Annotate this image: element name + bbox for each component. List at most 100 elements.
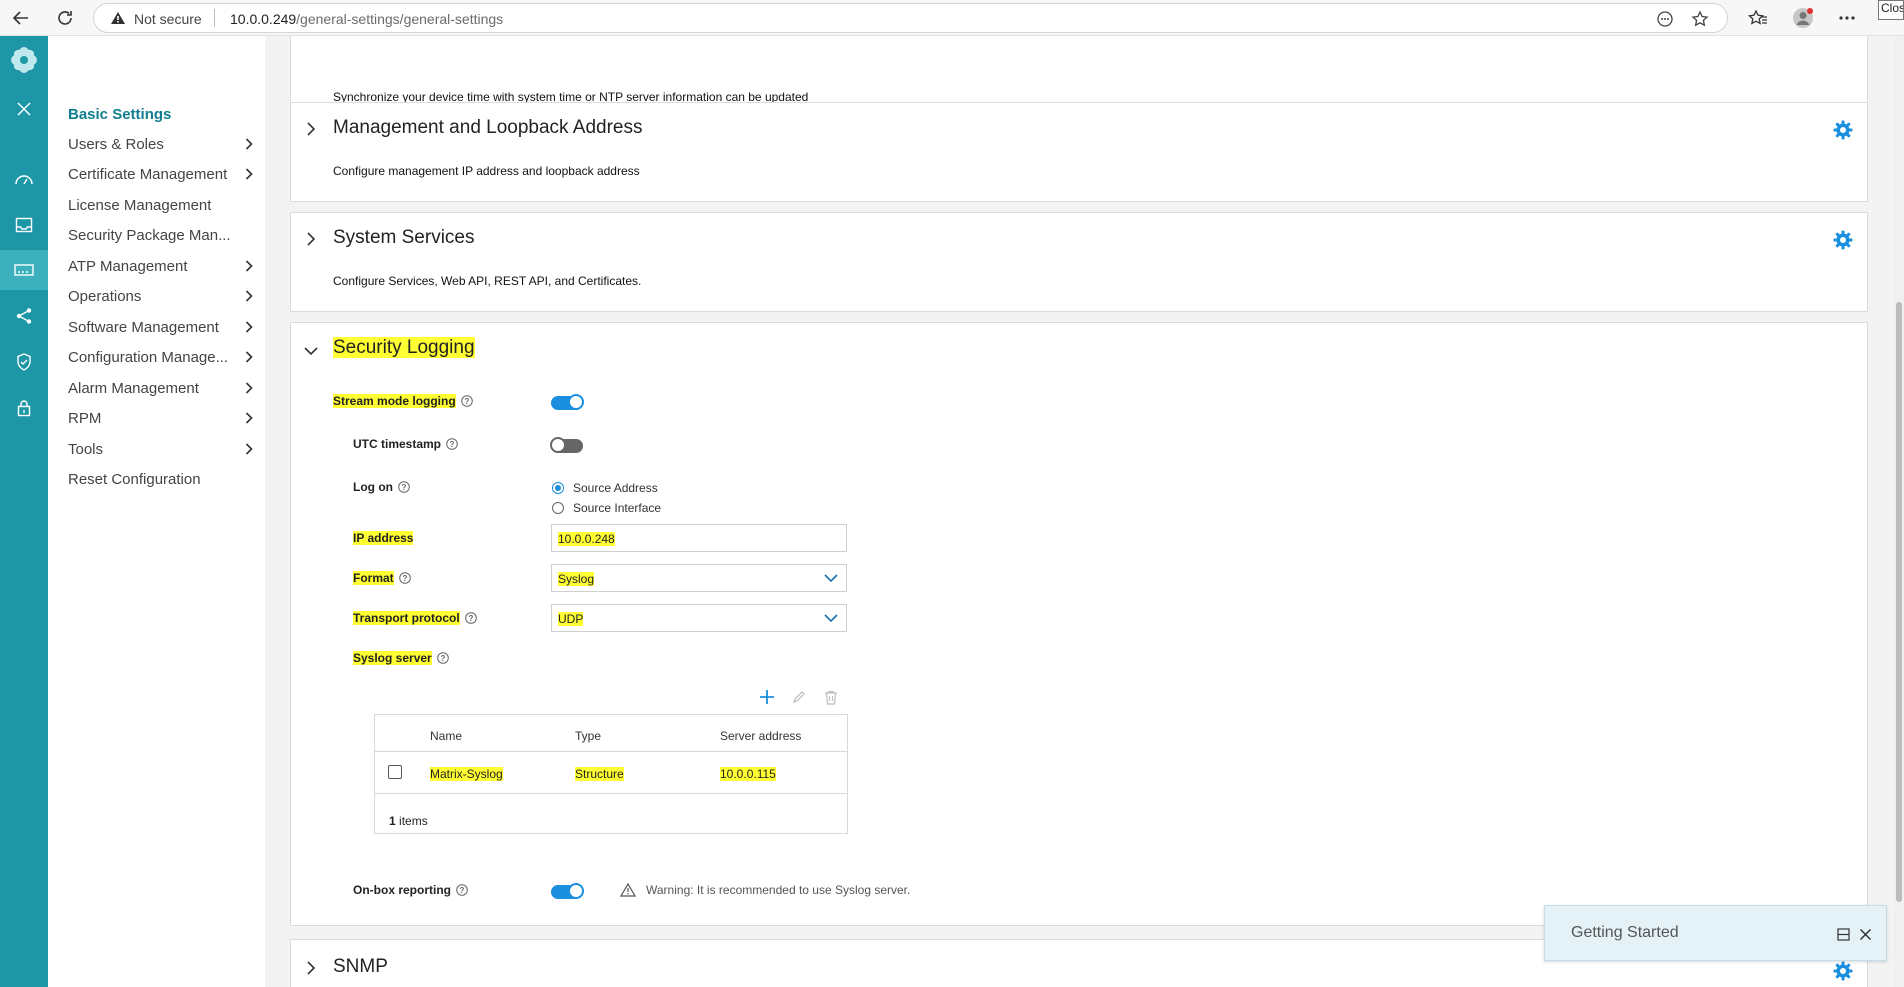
- refresh-icon[interactable]: [52, 5, 78, 31]
- warning-icon: [620, 883, 636, 897]
- gear-icon[interactable]: [1833, 120, 1853, 140]
- help-icon[interactable]: ?: [456, 884, 468, 896]
- help-icon[interactable]: ?: [460, 395, 473, 407]
- section-security-logging: Security Logging Stream mode logging ? U…: [290, 322, 1868, 926]
- edit-pencil-icon[interactable]: [789, 687, 809, 707]
- format-select[interactable]: Syslog: [551, 564, 847, 592]
- log-on-label: Log on ?: [353, 480, 410, 494]
- section-system-services[interactable]: System Services Configure Services, Web …: [290, 212, 1868, 312]
- chevron-right-icon: [245, 321, 253, 333]
- section-title: SNMP: [333, 956, 388, 977]
- gear-icon[interactable]: [1833, 961, 1853, 981]
- help-icon[interactable]: ?: [446, 438, 458, 450]
- row-checkbox[interactable]: [388, 765, 402, 779]
- sidenav-item-configuration-management[interactable]: Configuration Manage...: [68, 345, 253, 369]
- transport-protocol-label-text: Transport protocol: [353, 611, 460, 625]
- delete-trash-icon[interactable]: [821, 687, 841, 707]
- close-icon[interactable]: [1857, 926, 1873, 942]
- items-count: 1 items: [389, 814, 428, 828]
- column-header-type[interactable]: Type: [575, 729, 601, 743]
- svg-text:?: ?: [464, 397, 469, 406]
- radio-source-address[interactable]: Source Address: [552, 481, 658, 495]
- cell-server-address: 10.0.0.115: [720, 767, 776, 781]
- address-separator: [214, 9, 215, 27]
- chevron-down-icon[interactable]: [303, 343, 319, 359]
- add-icon[interactable]: [757, 687, 777, 707]
- section-management-loopback[interactable]: Management and Loopback Address Configur…: [290, 102, 1868, 202]
- sidenav-item-reset-configuration[interactable]: Reset Configuration: [68, 467, 253, 491]
- scrollbar-thumb[interactable]: [1896, 302, 1902, 902]
- logo-icon[interactable]: [0, 38, 48, 82]
- getting-started-panel[interactable]: Getting Started: [1544, 905, 1887, 961]
- ip-address-input[interactable]: 10.0.0.248: [551, 524, 847, 552]
- radio-button[interactable]: [552, 502, 564, 514]
- dashboard-icon[interactable]: [0, 159, 48, 199]
- reader-icon[interactable]: [1654, 8, 1676, 30]
- minimize-icon[interactable]: [1835, 926, 1851, 942]
- gear-icon[interactable]: [1833, 230, 1853, 250]
- radio-source-interface[interactable]: Source Interface: [552, 501, 661, 515]
- sidenav-item-software-management[interactable]: Software Management: [68, 315, 253, 339]
- url-text: 10.0.0.249/general-settings/general-sett…: [230, 11, 503, 27]
- sidenav-item-rpm[interactable]: RPM: [68, 406, 253, 430]
- more-menu-icon[interactable]: [1834, 5, 1860, 31]
- security-shield-icon[interactable]: [0, 342, 48, 382]
- sidenav-item-operations[interactable]: Operations: [68, 284, 253, 308]
- sidenav-item-certificate-management[interactable]: Certificate Management: [68, 162, 253, 186]
- chevron-right-icon[interactable]: [303, 960, 319, 976]
- radio-label: Source Interface: [573, 501, 662, 515]
- help-icon[interactable]: ?: [464, 612, 477, 624]
- onbox-reporting-label-text: On-box reporting: [353, 883, 451, 897]
- address-bar[interactable]: Not secure 10.0.0.249/general-settings/g…: [93, 3, 1728, 33]
- onbox-reporting-toggle[interactable]: [551, 883, 584, 899]
- sidenav-label: Certificate Management: [68, 165, 228, 183]
- sidenav-item-security-package[interactable]: Security Package Man...: [68, 223, 253, 247]
- help-icon[interactable]: ?: [398, 481, 410, 493]
- svg-text:?: ?: [402, 483, 407, 492]
- lock-icon[interactable]: [0, 388, 48, 428]
- stream-mode-toggle[interactable]: [551, 394, 584, 410]
- monitor-icon[interactable]: [0, 205, 48, 245]
- transport-protocol-select[interactable]: UDP: [551, 604, 847, 632]
- sidenav-item-atp-management[interactable]: ATP Management: [68, 254, 253, 278]
- log-on-label-text: Log on: [353, 480, 393, 494]
- security-label: Not secure: [134, 11, 202, 27]
- chevron-right-icon: [245, 138, 253, 150]
- column-header-server-address[interactable]: Server address: [720, 729, 801, 743]
- column-header-name[interactable]: Name: [430, 729, 462, 743]
- sidenav-item-license-management[interactable]: License Management: [68, 193, 253, 217]
- section-title: System Services: [333, 227, 475, 248]
- network-icon[interactable]: [0, 296, 48, 336]
- favorite-star-icon[interactable]: [1689, 8, 1711, 30]
- chevron-right-icon: [245, 443, 253, 455]
- sidenav-item-users-roles[interactable]: Users & Roles: [68, 132, 253, 156]
- device-admin-icon[interactable]: [0, 250, 48, 290]
- getting-started-title: Getting Started: [1571, 924, 1679, 941]
- chevron-right-icon[interactable]: [303, 231, 319, 247]
- help-icon[interactable]: ?: [398, 572, 411, 584]
- utc-timestamp-toggle[interactable]: [550, 437, 583, 453]
- format-value: Syslog: [558, 572, 595, 586]
- help-icon[interactable]: ?: [436, 652, 449, 664]
- browser-toolbar: Not secure 10.0.0.249/general-settings/g…: [0, 0, 1904, 36]
- ip-address-label-text: IP address: [353, 531, 414, 545]
- sidenav-label: Basic Settings: [68, 105, 172, 123]
- radio-button[interactable]: [552, 482, 564, 494]
- svg-text:?: ?: [450, 440, 455, 449]
- sidenav-item-basic-settings[interactable]: Basic Settings: [68, 102, 253, 126]
- sidenav-item-alarm-management[interactable]: Alarm Management: [68, 376, 253, 400]
- favorites-icon[interactable]: [1745, 5, 1771, 31]
- page-scrollbar[interactable]: [1894, 36, 1904, 987]
- sidenav-item-tools[interactable]: Tools: [68, 437, 253, 461]
- utc-timestamp-label: UTC timestamp ?: [353, 437, 458, 451]
- back-icon[interactable]: [8, 5, 34, 31]
- settings-sidenav: Basic Settings Users & Roles Certificate…: [48, 36, 265, 987]
- close-menu-icon[interactable]: [0, 89, 48, 129]
- chevron-right-icon[interactable]: [303, 121, 319, 137]
- svg-text:?: ?: [440, 654, 445, 663]
- left-rail: [0, 36, 48, 987]
- chevron-right-icon: [245, 351, 253, 363]
- ip-address-value: 10.0.0.248: [558, 532, 615, 546]
- profile-avatar-icon[interactable]: [1790, 5, 1816, 31]
- close-tooltip: Clos: [1878, 0, 1904, 20]
